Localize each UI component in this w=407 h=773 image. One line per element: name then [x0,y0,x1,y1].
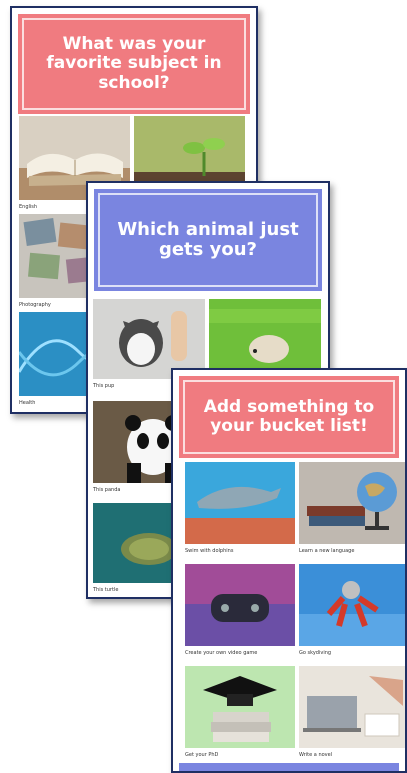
answer-label: Learn a new language [299,548,355,554]
answer-label: Health [19,400,36,406]
quiz-header: What was your favorite subject in school… [18,14,250,114]
quiz-card-bucket[interactable]: Add something to your bucket list! Swim … [171,368,407,773]
answer-label: Write a novel [299,752,333,758]
answer-option-phd[interactable]: Get your PhD [185,666,295,762]
answer-option-write-novel[interactable]: Write a novel [299,666,405,762]
laptop-writing-image [299,666,405,748]
quiz-title: Which animal just gets you? [117,218,299,260]
dolphin-image [185,462,295,544]
quiz-title: Add something to your bucket list! [203,396,375,436]
answer-option-learn-language[interactable]: Learn a new language [299,462,405,558]
globe-image [299,462,405,544]
answer-option-swim-with-dolphins[interactable]: Swim with dolphins [185,462,295,558]
quiz-title: What was your favorite subject in school… [46,34,222,93]
hedgehog-image [209,299,321,379]
husky-image [93,299,205,379]
answer-label: Go skydiving [299,650,332,656]
answer-label: Swim with dolphins [185,548,234,554]
answer-label: This pup [93,383,115,389]
graduation-cap-image [185,666,295,748]
answer-label: Photography [19,302,51,308]
answer-option-video-game[interactable]: Create your own video game [185,564,295,660]
skydiver-image [299,564,405,646]
answer-label: Create your own video game [185,650,258,656]
answer-label: This turtle [93,587,119,593]
answer-option-skydiving[interactable]: Go skydiving [299,564,405,660]
answer-label: Get your PhD [185,752,219,758]
quiz-header: Which animal just gets you? [94,189,322,291]
next-card-strip [179,763,399,771]
answer-label: English [19,204,38,210]
game-controller-image [185,564,295,646]
quiz-header: Add something to your bucket list! [179,376,399,458]
answer-label: This panda [93,487,121,493]
